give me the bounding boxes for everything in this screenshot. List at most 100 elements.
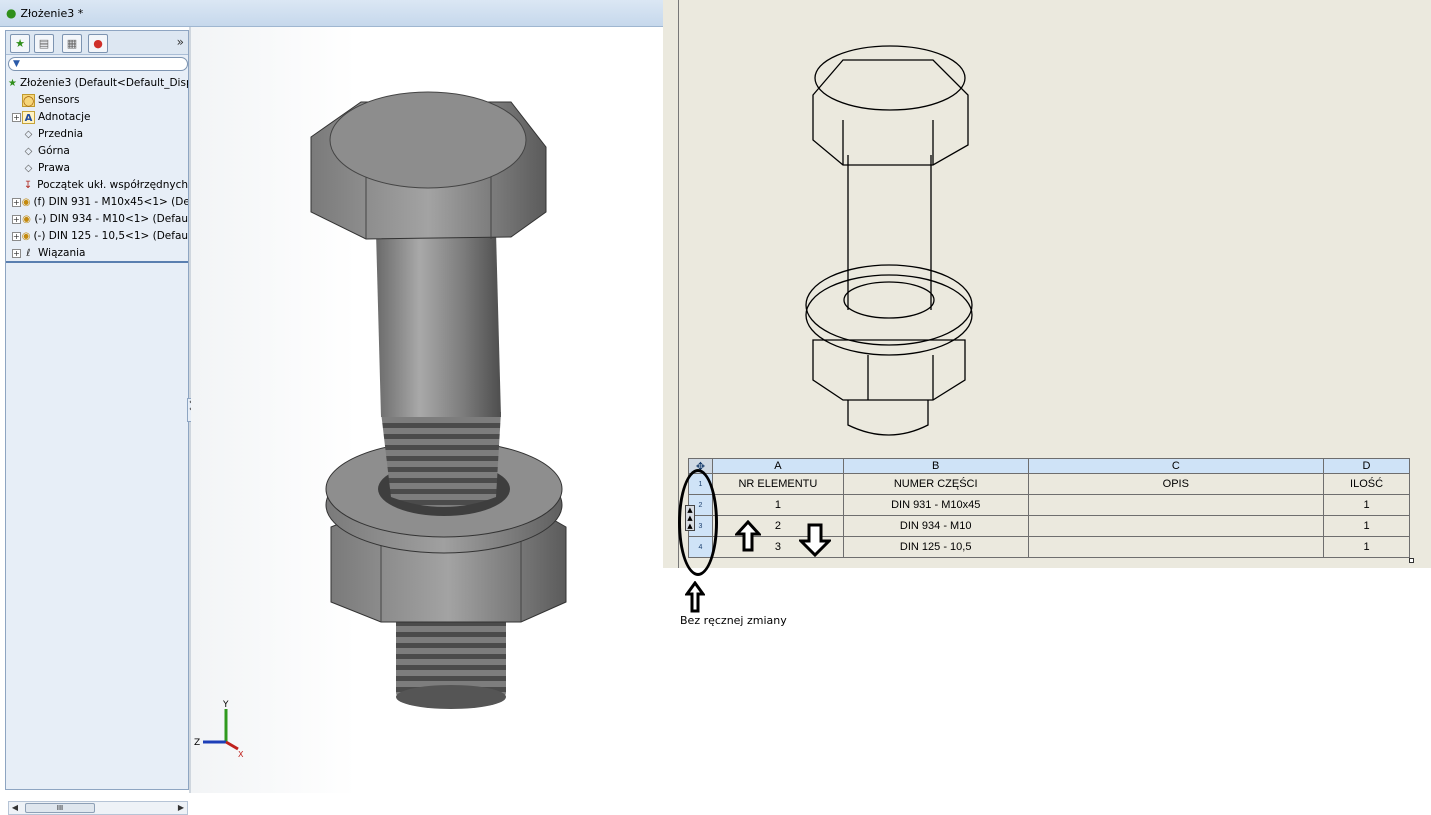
tree-item-label: (-) DIN 934 - M10<1> (Defau <box>34 213 188 225</box>
triad-y-label: Y <box>222 700 229 710</box>
origin-icon: ↧ <box>23 180 33 191</box>
assembly-title-icon: ● <box>6 6 17 20</box>
tree-item-label: Złożenie3 (Default<Default_Disp <box>19 77 188 89</box>
up-arrow-icon <box>735 520 761 552</box>
bom-part-cell[interactable]: DIN 125 - 10,5 <box>842 536 1029 558</box>
tree-item-right-plane[interactable]: ◇ Prawa <box>8 160 188 177</box>
bom-part-cell[interactable]: DIN 934 - M10 <box>842 515 1029 537</box>
tree-item-label: (f) DIN 931 - M10x45<1> (De <box>33 196 188 208</box>
down-arrow-icon <box>799 523 831 557</box>
row-drag-handle-icon[interactable]: ▲ ▲ ▲ <box>685 505 695 531</box>
tree-item-label: Sensors <box>38 94 80 106</box>
triad-x-label: X <box>238 750 244 757</box>
bom-column-letter[interactable]: A <box>711 458 844 474</box>
part-icon: ◉ <box>21 197 31 208</box>
title-bar: ● Złożenie3 * <box>0 0 663 27</box>
bom-item-cell[interactable]: 1 <box>711 494 844 516</box>
configuration-manager-tab-icon[interactable]: ▦ <box>62 34 82 53</box>
bom-header-cell[interactable]: ILOŚĆ <box>1323 473 1410 495</box>
tree-item-assembly[interactable]: ★ Złożenie3 (Default<Default_Disp <box>8 75 188 92</box>
tree-item-front-plane[interactable]: ◇ Przednia <box>8 126 188 143</box>
triad-z-label: Z <box>194 738 200 748</box>
bom-column-letter[interactable]: C <box>1027 458 1325 474</box>
drawing-washer-outer <box>805 274 973 356</box>
graphics-area[interactable]: Y Z X <box>191 27 663 793</box>
plane-icon: ◇ <box>24 146 33 157</box>
tree-item-origin[interactable]: ↧ Początek ukł. współrzędnych <box>8 177 188 194</box>
solidworks-window: ● Złożenie3 * ★ ▤ ▦ ● » ▼ ★ Złożenie3 (D… <box>0 0 663 815</box>
appearance-manager-tab-icon[interactable]: ● <box>88 34 108 53</box>
window-title: Złożenie3 * <box>20 6 84 20</box>
part-icon: ◉ <box>21 231 31 242</box>
bom-part-cell[interactable]: DIN 931 - M10x45 <box>842 494 1029 516</box>
bom-row[interactable]: 3 2 DIN 934 - M10 1 <box>688 515 1410 537</box>
tree-item-label: Wiązania <box>38 247 86 259</box>
feature-tree: ★ Złożenie3 (Default<Default_Disp ◯ Sens… <box>8 75 188 262</box>
plane-icon: ◇ <box>24 163 33 174</box>
bom-row[interactable]: 2 1 DIN 931 - M10x45 1 <box>688 494 1410 516</box>
bolt-line-drawing <box>805 45 973 436</box>
expand-icon[interactable]: + <box>12 215 21 224</box>
tree-item-mates[interactable]: + ℓ Wiązania <box>8 245 188 262</box>
tree-item-label: Początek ukł. współrzędnych <box>37 179 188 191</box>
expand-icon[interactable]: + <box>12 249 21 258</box>
bill-of-materials-table[interactable]: ✥ A B C D 1 NR ELEMENTU NUMER CZĘŚCI OPI… <box>688 458 1410 558</box>
bom-desc-cell[interactable] <box>1027 536 1325 558</box>
drawing-washer-hole <box>843 281 935 319</box>
annotation-caption: Bez ręcznej zmiany <box>680 614 787 627</box>
horizontal-scrollbar[interactable]: ◀ III ▶ <box>8 801 188 815</box>
filter-icon: ▼ <box>13 59 20 69</box>
tree-item-label: Górna <box>38 145 70 157</box>
bom-qty-cell[interactable]: 1 <box>1323 515 1410 537</box>
drawing-nut-outline <box>812 339 966 401</box>
feature-tree-tab-icon[interactable]: ★ <box>10 34 30 53</box>
bom-desc-cell[interactable] <box>1027 515 1325 537</box>
bolt-shaft <box>376 232 501 417</box>
bom-qty-cell[interactable]: 1 <box>1323 494 1410 516</box>
bolt-tip <box>396 685 506 709</box>
tree-item-label: Adnotacje <box>38 111 91 123</box>
coordinate-triad: Y Z X <box>194 700 244 757</box>
tree-item-label: (-) DIN 125 - 10,5<1> (Defaul <box>33 230 188 242</box>
bom-header-row: 1 NR ELEMENTU NUMER CZĘŚCI OPIS ILOŚĆ <box>688 473 1410 495</box>
tree-item-sensors[interactable]: ◯ Sensors <box>8 92 188 109</box>
scroll-thumb[interactable]: III <box>25 803 95 813</box>
bom-row[interactable]: 4 3 DIN 125 - 10,5 1 <box>688 536 1410 558</box>
part-icon: ◉ <box>22 214 31 225</box>
drawing-thread-end <box>847 400 929 436</box>
bom-desc-cell[interactable] <box>1027 494 1325 516</box>
bom-column-letter[interactable]: B <box>842 458 1029 474</box>
filter-field[interactable]: ▼ <box>8 57 188 71</box>
expand-icon[interactable]: + <box>12 232 21 241</box>
bom-column-letter[interactable]: D <box>1323 458 1410 474</box>
scroll-right-icon[interactable]: ▶ <box>175 802 187 814</box>
tree-item-label: Prawa <box>38 162 70 174</box>
more-tabs-icon[interactable]: » <box>177 35 184 49</box>
assembly-icon: ★ <box>8 78 17 89</box>
mates-icon: ℓ <box>26 248 31 259</box>
property-manager-tab-icon[interactable]: ▤ <box>34 34 54 53</box>
highlight-ellipse <box>678 469 718 576</box>
tree-item-annotations[interactable]: + A Adnotacje <box>8 109 188 126</box>
tree-divider <box>6 261 188 263</box>
x-axis-icon <box>225 740 239 751</box>
tree-item-din931[interactable]: + ◉ (f) DIN 931 - M10x45<1> (De <box>8 194 188 211</box>
bolt-assembly-3d-model <box>310 91 567 709</box>
tree-item-din125[interactable]: + ◉ (-) DIN 125 - 10,5<1> (Defaul <box>8 228 188 245</box>
bom-qty-cell[interactable]: 1 <box>1323 536 1410 558</box>
drawing-head-outline <box>812 59 969 166</box>
bom-header-cell[interactable]: NUMER CZĘŚCI <box>842 473 1029 495</box>
tree-item-din934[interactable]: + ◉ (-) DIN 934 - M10<1> (Defau <box>8 211 188 228</box>
bom-header-cell[interactable]: OPIS <box>1027 473 1325 495</box>
table-resize-handle[interactable] <box>1409 558 1414 563</box>
feature-manager-panel: ★ ▤ ▦ ● » ▼ ★ Złożenie3 (Default<Default… <box>5 30 189 815</box>
tree-item-top-plane[interactable]: ◇ Górna <box>8 143 188 160</box>
bolt-thread <box>381 412 501 507</box>
scroll-left-icon[interactable]: ◀ <box>9 802 21 814</box>
bom-header-cell[interactable]: NR ELEMENTU <box>711 473 844 495</box>
bolt-head-top <box>329 91 527 189</box>
expand-icon[interactable]: + <box>12 198 21 207</box>
annotations-icon: A <box>22 111 35 124</box>
plane-icon: ◇ <box>24 129 33 140</box>
expand-icon[interactable]: + <box>12 113 21 122</box>
